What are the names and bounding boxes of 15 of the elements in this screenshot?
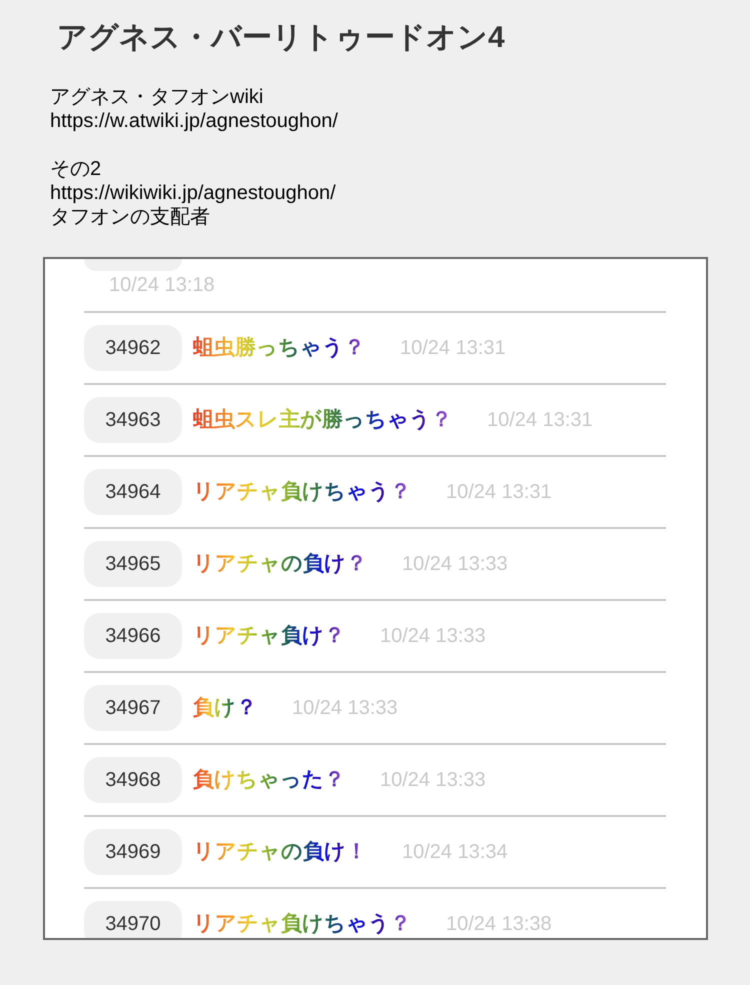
info-text: https://wikiwiki.jp/agnestoughon/ bbox=[50, 181, 336, 205]
post-number-badge: 34964 bbox=[84, 469, 182, 515]
info-text: https://w.atwiki.jp/agnestoughon/ bbox=[50, 109, 338, 133]
info-text: タフオンの支配者 bbox=[50, 205, 210, 229]
post-number-badge: 34970 bbox=[84, 901, 182, 938]
page-title: アグネス・バーリトゥードオン4 bbox=[57, 20, 505, 56]
post-number-badge: 34966 bbox=[84, 613, 182, 659]
post-number-badge: 34965 bbox=[84, 541, 182, 587]
post-number-badge: 34967 bbox=[84, 685, 182, 731]
post-number-badge: 34969 bbox=[84, 829, 182, 875]
info-text: その2 bbox=[50, 157, 102, 181]
post-number-badge: 34962 bbox=[84, 325, 182, 371]
info-text: アグネス・タフオンwiki bbox=[50, 85, 264, 109]
post-number-badge: 34968 bbox=[84, 757, 182, 803]
post-number-badge: 34963 bbox=[84, 397, 182, 443]
